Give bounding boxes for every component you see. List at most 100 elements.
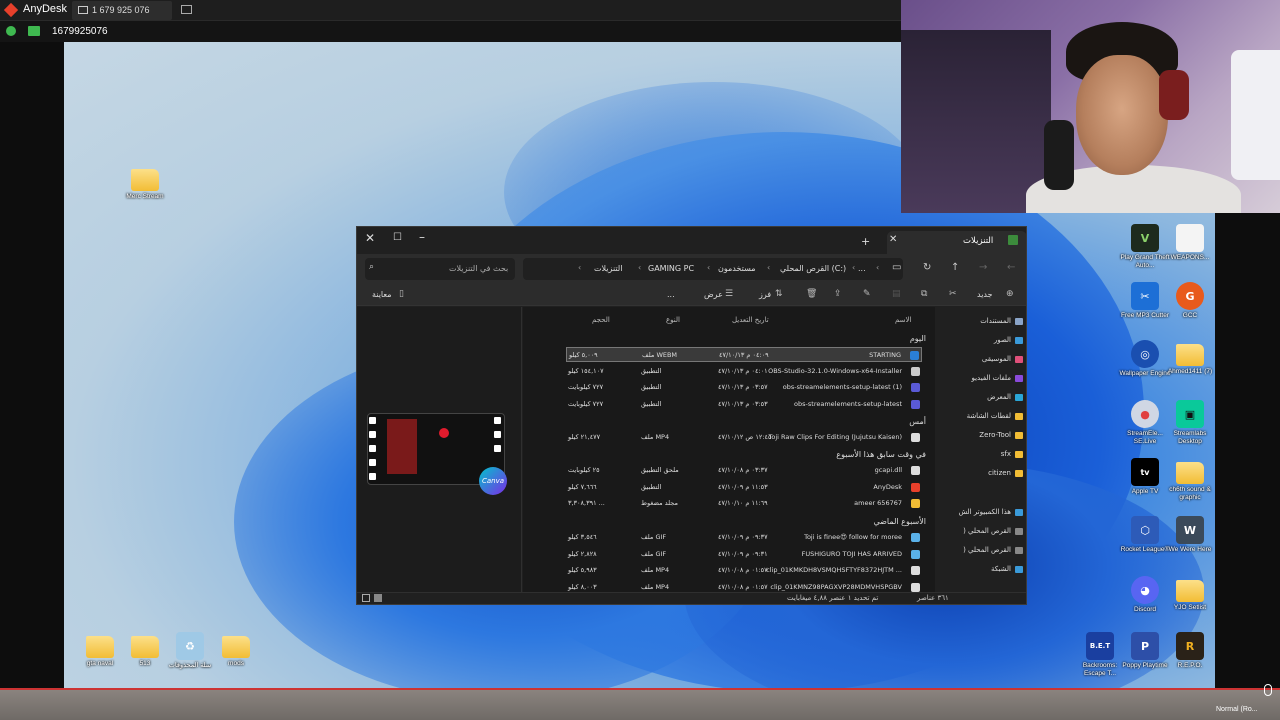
nav-item[interactable]: Zero-Tool bbox=[943, 431, 1023, 439]
nav-item[interactable]: الموسيقى bbox=[943, 355, 1023, 363]
breadcrumb-downloads[interactable]: التنزيلات bbox=[594, 264, 622, 273]
group-header[interactable]: اليوم bbox=[910, 334, 926, 343]
file-row[interactable]: Toji is finee😍 follow for moree ٠٩:٣٧ م ٤… bbox=[566, 530, 922, 545]
desktop-icon-ahmed1411[interactable]: Ahmed1411 (7) bbox=[1162, 340, 1218, 376]
file-size: ٢٥ كيلوبايت bbox=[568, 466, 600, 474]
forward-arrow-icon[interactable]: → bbox=[979, 262, 987, 273]
tiles-view-icon[interactable] bbox=[374, 594, 382, 602]
file-type: ملف WEBM bbox=[642, 351, 678, 359]
window-close-icon[interactable]: ✕ bbox=[365, 231, 375, 245]
up-arrow-icon[interactable]: ↑ bbox=[951, 262, 959, 273]
breadcrumb-users[interactable]: مستخدمون bbox=[718, 264, 756, 273]
search-icon: ⌕ bbox=[369, 262, 375, 272]
refresh-icon[interactable]: ↻ bbox=[923, 262, 931, 273]
desktop-icon-label: Streamlabs Desktop bbox=[1173, 430, 1207, 445]
nav-item[interactable]: القرص المحلي ( bbox=[943, 527, 1023, 535]
view-button[interactable]: عرض bbox=[704, 290, 723, 299]
paste-icon[interactable]: ▤ bbox=[892, 289, 901, 299]
chevron-icon: ‹ bbox=[852, 263, 856, 272]
streamelements-icon: ● bbox=[1131, 400, 1159, 428]
file-type: التطبيق bbox=[641, 400, 662, 409]
preview-button[interactable]: معاينة bbox=[372, 290, 392, 299]
nav-item[interactable]: لقطات الشاشة bbox=[943, 412, 1023, 420]
anydesk-app-name: AnyDesk bbox=[23, 3, 68, 15]
group-header[interactable]: في وقت سابق هذا الأسبوع bbox=[836, 450, 926, 459]
new-tab-icon[interactable]: + bbox=[861, 235, 870, 248]
file-row[interactable]: ameer 656767 ١١:٦٩ م ٤٧/١٠/١٠ مجلد مضغوط ٣,… bbox=[566, 496, 922, 511]
tab-close-icon[interactable]: ✕ bbox=[889, 234, 897, 245]
desktop-icon-weapons[interactable]: WEAPONS... bbox=[1162, 224, 1218, 262]
nav-item[interactable]: القرص المحلي ( bbox=[943, 546, 1023, 554]
nav-item[interactable]: المعرض bbox=[943, 393, 1023, 401]
desktop-icon-streamlabs[interactable]: ▣ Streamlabs Desktop bbox=[1162, 400, 1218, 446]
breadcrumb-more[interactable]: ... bbox=[858, 264, 866, 273]
share-icon[interactable]: ⇪ bbox=[834, 289, 842, 299]
file-type: التطبيق bbox=[641, 366, 662, 375]
streamlabs-icon: ▣ bbox=[1176, 400, 1204, 428]
file-row[interactable]: Toji Raw Clips For Editing (Jujutsu Kais… bbox=[566, 430, 922, 445]
preview-pane-icon[interactable]: ▯ bbox=[399, 289, 404, 299]
nav-item[interactable]: ملفات الفيديو bbox=[943, 374, 1023, 382]
desktop-icon-label: GCC bbox=[1182, 312, 1198, 319]
desktop-icon-repo[interactable]: R R.E.P.O. bbox=[1162, 632, 1218, 670]
chevron-icon: ‹ bbox=[767, 263, 771, 272]
window-maximize-icon[interactable]: ☐ bbox=[393, 232, 402, 243]
column-header-name[interactable]: الاسم bbox=[895, 316, 911, 324]
file-row[interactable]: obs-streamelements-setup-latest ٠٣:٥٣ م ٤… bbox=[566, 397, 922, 412]
nav-item[interactable]: الشبكة bbox=[943, 565, 1023, 573]
cut-icon[interactable]: ✂ bbox=[949, 289, 957, 299]
file-row[interactable]: clip_01KMKDH8VSMQHSFTYF8372HJTM ... ٠١:٥٧… bbox=[566, 563, 922, 578]
window-minimize-icon[interactable]: – bbox=[419, 230, 425, 244]
desktop-icon-we-were-here[interactable]: W We Were Here bbox=[1162, 516, 1218, 554]
nav-item[interactable]: sfx bbox=[943, 450, 1023, 458]
new-plus-icon: ⊕ bbox=[1006, 289, 1014, 299]
delete-icon[interactable]: 🗑 bbox=[806, 289, 817, 299]
file-type-icon bbox=[911, 549, 920, 559]
explorer-tab[interactable] bbox=[887, 231, 1026, 254]
copy-icon[interactable]: ⧉ bbox=[921, 289, 927, 299]
breadcrumb-gaming-pc[interactable]: GAMING PC bbox=[648, 264, 694, 273]
breadcrumb-local-disk[interactable]: القرص المحلي (C:) bbox=[780, 264, 846, 273]
group-header[interactable]: الأسبوع الماضي bbox=[873, 517, 926, 526]
file-name: OBS-Studio-32.1.0-Windows-x64-Installer bbox=[768, 366, 902, 375]
sort-button[interactable]: فرز bbox=[759, 290, 771, 299]
back-arrow-icon[interactable]: ← bbox=[1007, 262, 1015, 273]
desktop-icon-mods[interactable]: mods bbox=[208, 632, 264, 668]
details-view-icon[interactable] bbox=[362, 594, 370, 602]
nav-item[interactable]: الصور bbox=[943, 336, 1023, 344]
anydesk-tab-address: 1 679 925 076 bbox=[92, 5, 150, 15]
rename-icon[interactable]: ✎ bbox=[863, 289, 871, 299]
nav-item[interactable]: هذا الكمبيوتر الش bbox=[943, 508, 1023, 516]
file-type-icon bbox=[911, 383, 920, 393]
file-row[interactable]: gcapi.dll ٠٣:٣٧ م ٤٧/١٠/٠٨ ملحق التطبيق ٢٥ … bbox=[566, 463, 922, 478]
file-name: gcapi.dll bbox=[874, 466, 902, 474]
new-session-icon[interactable] bbox=[181, 5, 192, 14]
column-header-type[interactable]: النوع bbox=[666, 316, 680, 324]
file-row[interactable]: obs-streamelements-setup-latest (1) ٠٣:٥٧… bbox=[566, 380, 922, 395]
desktop-icon-label: R.E.P.O. bbox=[1177, 662, 1203, 669]
nav-item[interactable]: المستندات bbox=[943, 317, 1023, 325]
desktop-icon-yjo-setlist[interactable]: YJO Setlist bbox=[1162, 576, 1218, 612]
column-header-size[interactable]: الحجم bbox=[592, 316, 610, 324]
display-icon[interactable] bbox=[28, 26, 40, 36]
file-date: ٠٤:٠١ م ٤٧/١٠/١٣ bbox=[718, 366, 768, 375]
file-row[interactable]: FUSHIGURO TOJI HAS ARRIVED ٠٩:٣١ م ٤٧/١٠/… bbox=[566, 547, 922, 562]
group-header[interactable]: أمس bbox=[909, 417, 926, 426]
new-button[interactable]: جديد bbox=[977, 290, 993, 299]
file-date: ٠٣:٥٧ م ٤٧/١٠/١٣ bbox=[718, 383, 768, 392]
desktop-icon-ch6th-sound[interactable]: ch6th sound & graphic bbox=[1162, 458, 1218, 502]
desktop-icon-gcc[interactable]: G GCC bbox=[1162, 282, 1218, 320]
file-row[interactable]: OBS-Studio-32.1.0-Windows-x64-Installer ٠… bbox=[566, 364, 922, 379]
rocket-league-icon: ⬡ bbox=[1131, 516, 1159, 544]
file-type: ملحق التطبيق bbox=[641, 466, 679, 474]
mouse-icon[interactable] bbox=[1264, 684, 1272, 696]
column-header-date[interactable]: تاريخ التعديل bbox=[732, 316, 769, 324]
file-row[interactable]: STARTING ٠٤:٠٩ م ٤٧/١٠/١٣ ملف WEBM ٥,٠٠٩ كي… bbox=[566, 347, 922, 362]
desktop-icon-merc-stream[interactable]: Merc Stream bbox=[117, 165, 173, 201]
monitor-icon[interactable]: ▭ bbox=[892, 262, 901, 273]
nav-item[interactable]: citizen bbox=[943, 469, 1023, 477]
file-row[interactable]: AnyDesk ١١:٥٣ م ٤٧/١٠/٠٩ التطبيق ٧,٦٦٦ كيلو bbox=[566, 480, 922, 495]
more-options-button[interactable]: ... bbox=[667, 290, 675, 299]
file-explorer-window[interactable]: ✕ ☐ – + ✕ التنزيلات ⌕ بحث في التنزيلات ‹… bbox=[356, 226, 1027, 605]
canva-badge-icon: Canva bbox=[479, 467, 507, 495]
